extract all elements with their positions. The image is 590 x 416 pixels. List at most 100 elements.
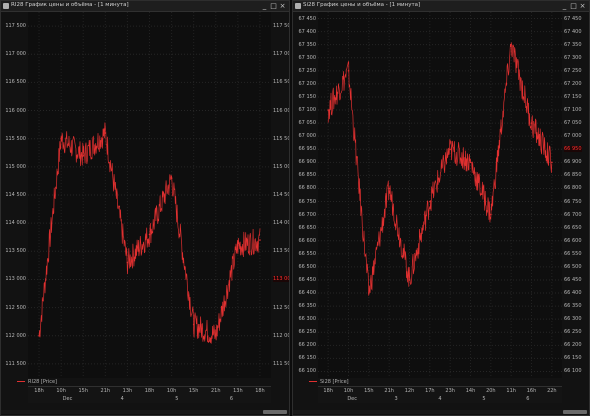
y-tick-label-right: 66 850 (564, 172, 582, 179)
x-day-label: 6 (526, 396, 530, 402)
y-tick-label-left: 67 050 (298, 120, 317, 127)
y-tick-label-right: 66 600 (564, 237, 582, 244)
window-titlebar[interactable]: Si28 График цены и объёма - [1 минута] _… (293, 1, 589, 12)
y-axis-left: 67 450 67 400 67 350 67 300 67 250 67 200 67 1… (293, 12, 317, 378)
y-tick-label-left: 113 000 (5, 276, 26, 283)
y-tick-label-right: 112 500 (273, 304, 289, 311)
price-point (449, 148, 451, 151)
y-tick-label-right: 116 000 (273, 107, 289, 114)
window-titlebar[interactable]: RI28 График цены и объёма - [1 минута] _… (1, 1, 289, 12)
y-tick-label-left: 114 000 (5, 220, 26, 227)
scrollbar-thumb[interactable] (563, 410, 587, 414)
y-tick-label-right: 66 800 (564, 185, 582, 192)
legend-label: Si28 [Price] (320, 379, 349, 385)
x-tick-label: 18h (255, 388, 265, 394)
window-title: RI28 График цены и объёма - [1 минута] (11, 2, 129, 8)
y-tick-label-right: 66 250 (564, 329, 582, 336)
y-tick-label-right: 66 900 (564, 159, 582, 166)
legend-label: RI28 [Price] (28, 379, 57, 385)
y-axis-right: 117 500 117 000 116 500 116 000 115 500 115 0… (272, 12, 289, 378)
price-point (170, 177, 173, 179)
price-point (408, 279, 411, 281)
y-tick-label-left: 66 800 (298, 185, 317, 192)
y-tick-label-right: 66 200 (564, 342, 582, 349)
close-button[interactable]: × (278, 1, 287, 11)
y-tick-label-left: 113 500 (5, 248, 26, 255)
y-tick-label-left: 66 700 (298, 211, 317, 218)
y-tick-label-right: 114 000 (273, 220, 289, 227)
x-tick-label: 15h (188, 388, 199, 394)
price-point (490, 213, 492, 216)
y-tick-label-right: 67 250 (564, 67, 582, 74)
price-point (429, 200, 431, 203)
y-tick-label-left: 67 200 (298, 80, 317, 87)
x-tick-label: 21h (384, 388, 394, 394)
x-tick-label: 18h (144, 388, 155, 394)
price-chart-area[interactable] (318, 12, 562, 378)
scrollbar-thumb[interactable] (263, 410, 287, 414)
x-day-label: 6 (229, 396, 234, 402)
y-axis-right: 67 450 67 400 67 350 67 300 67 250 67 200 67 1… (563, 12, 589, 378)
y-tick-label-right: 112 000 (273, 332, 289, 339)
y-tick-label-right: 116 500 (273, 79, 289, 86)
price-point (551, 161, 553, 164)
price-chart-area[interactable] (28, 12, 271, 378)
y-tick-label-right: 66 400 (564, 290, 582, 297)
x-tick-label: 23h (445, 388, 455, 394)
y-axis-left: 117 500 117 000 116 500 116 000 115 500 115 0… (1, 12, 27, 378)
price-point (60, 137, 62, 140)
y-tick-label-right: 66 700 (564, 211, 582, 218)
price-series-line (38, 122, 261, 344)
x-day-label: Dec (62, 396, 73, 402)
price-point (327, 109, 329, 111)
y-tick-label-left: 66 450 (298, 276, 317, 283)
y-tick-label-left: 67 300 (298, 54, 317, 61)
close-button[interactable]: × (578, 1, 587, 11)
y-tick-label-right: 67 350 (564, 41, 582, 48)
y-tick-label-left: 66 900 (298, 159, 317, 166)
y-tick-label-right: 66 650 (564, 224, 582, 231)
y-tick-label-left: 114 500 (5, 192, 26, 198)
maximize-button[interactable]: □ (569, 1, 578, 11)
y-tick-label-left: 111 500 (5, 360, 26, 367)
x-day-label: 5 (482, 396, 486, 402)
y-tick-label-left: 116 500 (5, 79, 26, 86)
y-tick-label-right: 115 000 (273, 163, 289, 170)
time-axis: 18h 10h 15h 21h 13h 18h 10h 15h 21h 13h 18h Dec 4 5 6 (28, 386, 271, 403)
x-tick-label: 16h (526, 388, 537, 394)
price-point (192, 323, 195, 326)
x-tick-label: 13h (233, 388, 243, 394)
y-tick-label-left: 66 400 (298, 290, 317, 297)
y-tick-label-right: 115 500 (273, 135, 289, 142)
x-day-label: 3 (394, 396, 398, 402)
y-tick-label-right: 113 500 (273, 248, 289, 255)
x-day-label: Dec (347, 396, 357, 402)
y-tick-label-left: 115 000 (5, 163, 26, 170)
x-tick-label: 22h (547, 388, 557, 394)
x-tick-label: 18h (323, 388, 333, 394)
legend-swatch (309, 381, 317, 382)
price-point (38, 334, 40, 337)
horizontal-scrollbar[interactable] (1, 410, 289, 414)
y-tick-label-left: 66 300 (298, 316, 317, 323)
chart-window-ri28[interactable]: RI28 График цены и объёма - [1 минута] _… (0, 0, 290, 416)
y-tick-label-right: 67 400 (564, 28, 582, 35)
price-point (126, 261, 129, 264)
app-icon (295, 3, 301, 9)
window-title: Si28 График цены и объёма - [1 минута] (303, 2, 421, 8)
y-tick-label-right: 114 500 (273, 192, 289, 198)
y-tick-label-left: 116 000 (5, 107, 26, 114)
minimize-button[interactable]: _ (560, 1, 569, 11)
price-point (82, 154, 85, 157)
chart-window-si28[interactable]: Si28 График цены и объёма - [1 минута] _… (292, 0, 590, 416)
y-tick-label-right: 67 300 (564, 54, 582, 61)
y-tick-label-left: 66 150 (298, 355, 317, 362)
y-tick-label-left: 66 100 (298, 368, 317, 375)
minimize-button[interactable]: _ (260, 1, 269, 11)
y-tick-label-left: 67 400 (298, 28, 317, 35)
y-tick-label-left: 117 500 (5, 23, 26, 30)
y-tick-label-right: 117 500 (273, 23, 289, 30)
horizontal-scrollbar[interactable] (293, 410, 589, 414)
price-chart-svg (318, 12, 562, 378)
maximize-button[interactable]: □ (269, 1, 278, 11)
